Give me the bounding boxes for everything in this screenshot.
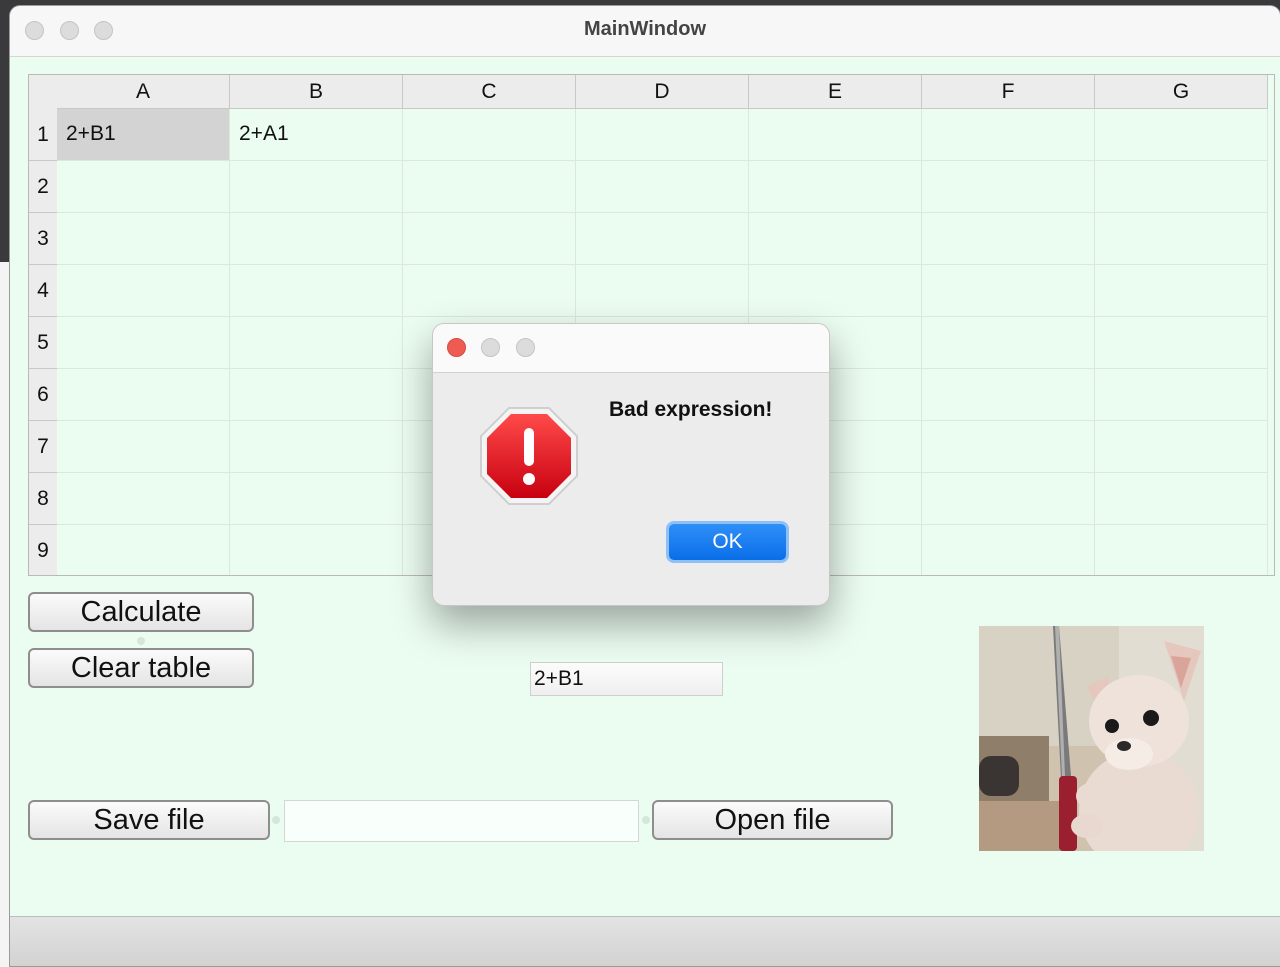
cell-f7[interactable] [922,421,1095,473]
row-header-6[interactable]: 6 [29,369,57,421]
row-header-8[interactable]: 8 [29,473,57,525]
cell-g5[interactable] [1095,317,1268,369]
cell-c3[interactable] [403,213,576,265]
cell-g3[interactable] [1095,213,1268,265]
save-file-button[interactable]: Save file [28,800,270,840]
cell-d4[interactable] [576,265,749,317]
cell-d1[interactable] [576,109,749,161]
cell-g7[interactable] [1095,421,1268,473]
cell-a8[interactable] [57,473,230,525]
row-header-1[interactable]: 1 [29,109,57,161]
cell-f8[interactable] [922,473,1095,525]
error-dialog: Bad expression! OK [432,323,830,606]
calculate-button[interactable]: Calculate [28,592,254,632]
cell-a2[interactable] [57,161,230,213]
row-header-7[interactable]: 7 [29,421,57,473]
cell-a5[interactable] [57,317,230,369]
cell-c4[interactable] [403,265,576,317]
cell-b3[interactable] [230,213,403,265]
cell-e3[interactable] [749,213,922,265]
cell-a9[interactable] [57,525,230,575]
focus-dot [272,816,280,824]
dialog-minimize-button[interactable] [481,338,500,357]
cell-a6[interactable] [57,369,230,421]
cell-e4[interactable] [749,265,922,317]
cell-b2[interactable] [230,161,403,213]
cell-e2[interactable] [749,161,922,213]
cell-f1[interactable] [922,109,1095,161]
open-file-button[interactable]: Open file [652,800,893,840]
cell-d3[interactable] [576,213,749,265]
focus-dot [137,637,145,645]
title-bar[interactable]: MainWindow [10,6,1280,57]
column-header-g[interactable]: G [1095,75,1268,109]
window-title: MainWindow [583,18,707,40]
cell-g8[interactable] [1095,473,1268,525]
cell-g2[interactable] [1095,161,1268,213]
cell-f4[interactable] [922,265,1095,317]
cell-b4[interactable] [230,265,403,317]
cell-a7[interactable] [57,421,230,473]
dialog-close-button[interactable] [447,338,466,357]
cell-f5[interactable] [922,317,1095,369]
cell-g9[interactable] [1095,525,1268,575]
row-header-5[interactable]: 5 [29,317,57,369]
cell-f9[interactable] [922,525,1095,575]
row-header-3[interactable]: 3 [29,213,57,265]
cell-b6[interactable] [230,369,403,421]
cell-g1[interactable] [1095,109,1268,161]
column-header-d[interactable]: D [576,75,749,109]
dialog-title-bar[interactable] [433,324,829,373]
cell-a3[interactable] [57,213,230,265]
ok-button[interactable]: OK [666,521,789,563]
focus-dot [642,816,650,824]
column-header-f[interactable]: F [922,75,1095,109]
cell-c2[interactable] [403,161,576,213]
cell-g4[interactable] [1095,265,1268,317]
cell-f2[interactable] [922,161,1095,213]
row-header-4[interactable]: 4 [29,265,57,317]
cell-b7[interactable] [230,421,403,473]
dialog-message: Bad expression! [609,398,773,421]
status-bar [10,916,1280,966]
cell-b8[interactable] [230,473,403,525]
cell-a4[interactable] [57,265,230,317]
column-header-c[interactable]: C [403,75,576,109]
column-header-e[interactable]: E [749,75,922,109]
cell-g6[interactable] [1095,369,1268,421]
cell-b9[interactable] [230,525,403,575]
column-header-a[interactable]: A [57,75,230,109]
cell-d2[interactable] [576,161,749,213]
cell-e1[interactable] [749,109,922,161]
dialog-zoom-button[interactable] [516,338,535,357]
row-header-2[interactable]: 2 [29,161,57,213]
column-header-b[interactable]: B [230,75,403,109]
cell-b1[interactable]: 2+A1 [230,109,403,161]
cell-f3[interactable] [922,213,1095,265]
cell-c1[interactable] [403,109,576,161]
formula-input[interactable]: 2+B1 [530,662,723,696]
row-header-9[interactable]: 9 [29,525,57,575]
cell-b5[interactable] [230,317,403,369]
table-corner[interactable] [29,75,58,110]
stop-exclamation-icon [477,404,581,508]
filename-input[interactable] [284,800,639,842]
clear-table-button[interactable]: Clear table [28,648,254,688]
puppy-with-knife-image [979,626,1204,851]
cell-f6[interactable] [922,369,1095,421]
cell-a1[interactable]: 2+B1 [57,109,230,161]
